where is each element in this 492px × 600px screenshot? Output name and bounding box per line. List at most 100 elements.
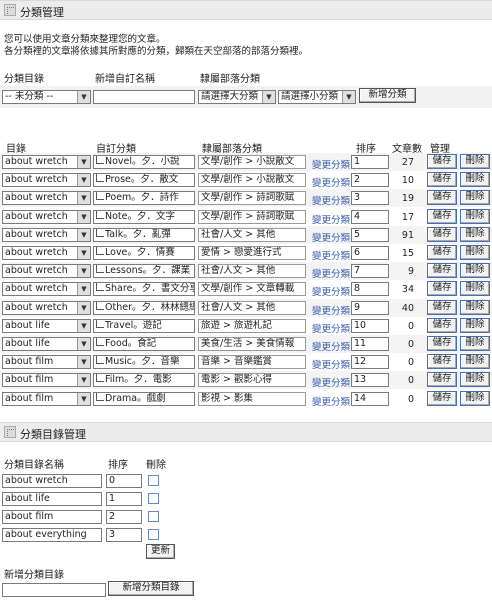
change-category-link[interactable]: 變更分類 bbox=[312, 230, 350, 244]
catalog-order-input[interactable]: 3 bbox=[106, 528, 142, 542]
row-save-button[interactable]: 儲存 bbox=[427, 318, 457, 333]
row-name-input[interactable]: Poem。夕．詩作 bbox=[93, 191, 195, 205]
row-save-button[interactable]: 儲存 bbox=[427, 263, 457, 278]
catalog-order-input[interactable]: 2 bbox=[106, 510, 142, 524]
row-catalog-select[interactable]: about wretch ▼ bbox=[2, 264, 91, 278]
change-category-link[interactable]: 變更分類 bbox=[312, 394, 350, 408]
catalog-order-input[interactable]: 0 bbox=[106, 474, 142, 488]
catalog-name-input[interactable]: about film bbox=[2, 510, 102, 524]
change-category-link[interactable]: 變更分類 bbox=[312, 339, 350, 353]
row-delete-button[interactable]: 刪除 bbox=[460, 227, 490, 242]
row-save-button[interactable]: 儲存 bbox=[427, 154, 457, 169]
row-order-input[interactable]: 4 bbox=[351, 210, 389, 224]
row-order-input[interactable]: 7 bbox=[351, 264, 389, 278]
row-name-input[interactable]: Prose。夕．散文 bbox=[93, 173, 195, 187]
row-save-button[interactable]: 儲存 bbox=[427, 300, 457, 315]
change-category-link[interactable]: 變更分類 bbox=[312, 357, 350, 371]
new-name-input[interactable] bbox=[93, 90, 195, 104]
catalog-name-input[interactable]: about everything bbox=[2, 528, 102, 542]
row-catalog-select[interactable]: about life ▼ bbox=[2, 337, 91, 351]
row-delete-button[interactable]: 刪除 bbox=[460, 281, 490, 296]
row-delete-button[interactable]: 刪除 bbox=[460, 391, 490, 406]
row-name-input[interactable]: Novel。夕．小說 bbox=[93, 155, 195, 169]
row-delete-button[interactable]: 刪除 bbox=[460, 190, 490, 205]
change-category-link[interactable]: 變更分類 bbox=[312, 175, 350, 189]
row-name-input[interactable]: Music。夕．音樂 bbox=[93, 355, 195, 369]
row-order-input[interactable]: 6 bbox=[351, 246, 389, 260]
row-name-input[interactable]: Drama。戲劇 bbox=[93, 392, 195, 406]
row-catalog-select[interactable]: about film ▼ bbox=[2, 355, 91, 369]
row-order-input[interactable]: 10 bbox=[351, 319, 389, 333]
row-delete-button[interactable]: 刪除 bbox=[460, 336, 490, 351]
row-delete-button[interactable]: 刪除 bbox=[460, 172, 490, 187]
change-category-link[interactable]: 變更分類 bbox=[312, 248, 350, 262]
row-order-input[interactable]: 13 bbox=[351, 373, 389, 387]
row-order-input[interactable]: 2 bbox=[351, 173, 389, 187]
change-category-link[interactable]: 變更分類 bbox=[312, 321, 350, 335]
row-catalog-select[interactable]: about film ▼ bbox=[2, 373, 91, 387]
catalog-name-input[interactable]: about life bbox=[2, 492, 102, 506]
row-save-button[interactable]: 儲存 bbox=[427, 336, 457, 351]
row-order-input[interactable]: 8 bbox=[351, 282, 389, 296]
catalog-delete-checkbox[interactable] bbox=[148, 511, 159, 522]
row-delete-button[interactable]: 刪除 bbox=[460, 263, 490, 278]
row-save-button[interactable]: 儲存 bbox=[427, 372, 457, 387]
row-save-button[interactable]: 儲存 bbox=[427, 281, 457, 296]
row-save-button[interactable]: 儲存 bbox=[427, 245, 457, 260]
row-order-input[interactable]: 12 bbox=[351, 355, 389, 369]
row-order-input[interactable]: 11 bbox=[351, 337, 389, 351]
row-name-input[interactable]: Other。夕．林林總總 bbox=[93, 301, 195, 315]
row-catalog-select[interactable]: about wretch ▼ bbox=[2, 282, 91, 296]
change-category-link[interactable]: 變更分類 bbox=[312, 212, 350, 226]
row-catalog-select[interactable]: about wretch ▼ bbox=[2, 173, 91, 187]
row-name-input[interactable]: Travel。遊記 bbox=[93, 319, 195, 333]
change-category-link[interactable]: 變更分類 bbox=[312, 266, 350, 280]
row-order-input[interactable]: 5 bbox=[351, 228, 389, 242]
row-delete-button[interactable]: 刪除 bbox=[460, 372, 490, 387]
row-delete-button[interactable]: 刪除 bbox=[460, 154, 490, 169]
row-catalog-select[interactable]: about wretch ▼ bbox=[2, 210, 91, 224]
change-category-link[interactable]: 變更分類 bbox=[312, 193, 350, 207]
row-catalog-select[interactable]: about wretch ▼ bbox=[2, 301, 91, 315]
row-catalog-select[interactable]: about wretch ▼ bbox=[2, 246, 91, 260]
row-delete-button[interactable]: 刪除 bbox=[460, 354, 490, 369]
row-delete-button[interactable]: 刪除 bbox=[460, 318, 490, 333]
row-save-button[interactable]: 儲存 bbox=[427, 227, 457, 242]
row-catalog-select[interactable]: about wretch ▼ bbox=[2, 228, 91, 242]
row-catalog-select[interactable]: about life ▼ bbox=[2, 319, 91, 333]
minor-category-select[interactable]: 請選擇小分類 ▼ bbox=[278, 90, 356, 104]
change-category-link[interactable]: 變更分類 bbox=[312, 303, 350, 317]
add-catalog-select[interactable]: -- 未分類 -- ▼ bbox=[2, 90, 91, 104]
catalog-order-input[interactable]: 1 bbox=[106, 492, 142, 506]
change-category-link[interactable]: 變更分類 bbox=[312, 375, 350, 389]
row-save-button[interactable]: 儲存 bbox=[427, 209, 457, 224]
row-name-input[interactable]: Share。夕．書文分享 bbox=[93, 282, 195, 296]
new-catalog-input[interactable] bbox=[2, 583, 106, 597]
row-name-input[interactable]: Note。夕．文字 bbox=[93, 210, 195, 224]
catalog-delete-checkbox[interactable] bbox=[148, 529, 159, 540]
row-save-button[interactable]: 儲存 bbox=[427, 354, 457, 369]
row-order-input[interactable]: 3 bbox=[351, 191, 389, 205]
row-save-button[interactable]: 儲存 bbox=[427, 190, 457, 205]
catalog-delete-checkbox[interactable] bbox=[148, 475, 159, 486]
row-name-input[interactable]: Film。夕．電影 bbox=[93, 373, 195, 387]
row-order-input[interactable]: 9 bbox=[351, 301, 389, 315]
row-catalog-select[interactable]: about wretch ▼ bbox=[2, 155, 91, 169]
row-save-button[interactable]: 儲存 bbox=[427, 391, 457, 406]
row-name-input[interactable]: Talk。夕．亂彈 bbox=[93, 228, 195, 242]
catalog-name-input[interactable]: about wretch bbox=[2, 474, 102, 488]
row-save-button[interactable]: 儲存 bbox=[427, 172, 457, 187]
row-delete-button[interactable]: 刪除 bbox=[460, 245, 490, 260]
change-category-link[interactable]: 變更分類 bbox=[312, 284, 350, 298]
row-order-input[interactable]: 1 bbox=[351, 155, 389, 169]
change-category-link[interactable]: 變更分類 bbox=[312, 157, 350, 171]
row-name-input[interactable]: Love。夕．情賽 bbox=[93, 246, 195, 260]
major-category-select[interactable]: 請選擇大分類 ▼ bbox=[198, 90, 276, 104]
row-name-input[interactable]: Lessons。夕．課業 bbox=[93, 264, 195, 278]
row-catalog-select[interactable]: about film ▼ bbox=[2, 392, 91, 406]
catalog-delete-checkbox[interactable] bbox=[148, 493, 159, 504]
add-catalog-button[interactable]: 新增分類目錄 bbox=[108, 581, 194, 596]
row-order-input[interactable]: 14 bbox=[351, 392, 389, 406]
add-category-button[interactable]: 新增分類 bbox=[359, 88, 416, 103]
row-delete-button[interactable]: 刪除 bbox=[460, 209, 490, 224]
